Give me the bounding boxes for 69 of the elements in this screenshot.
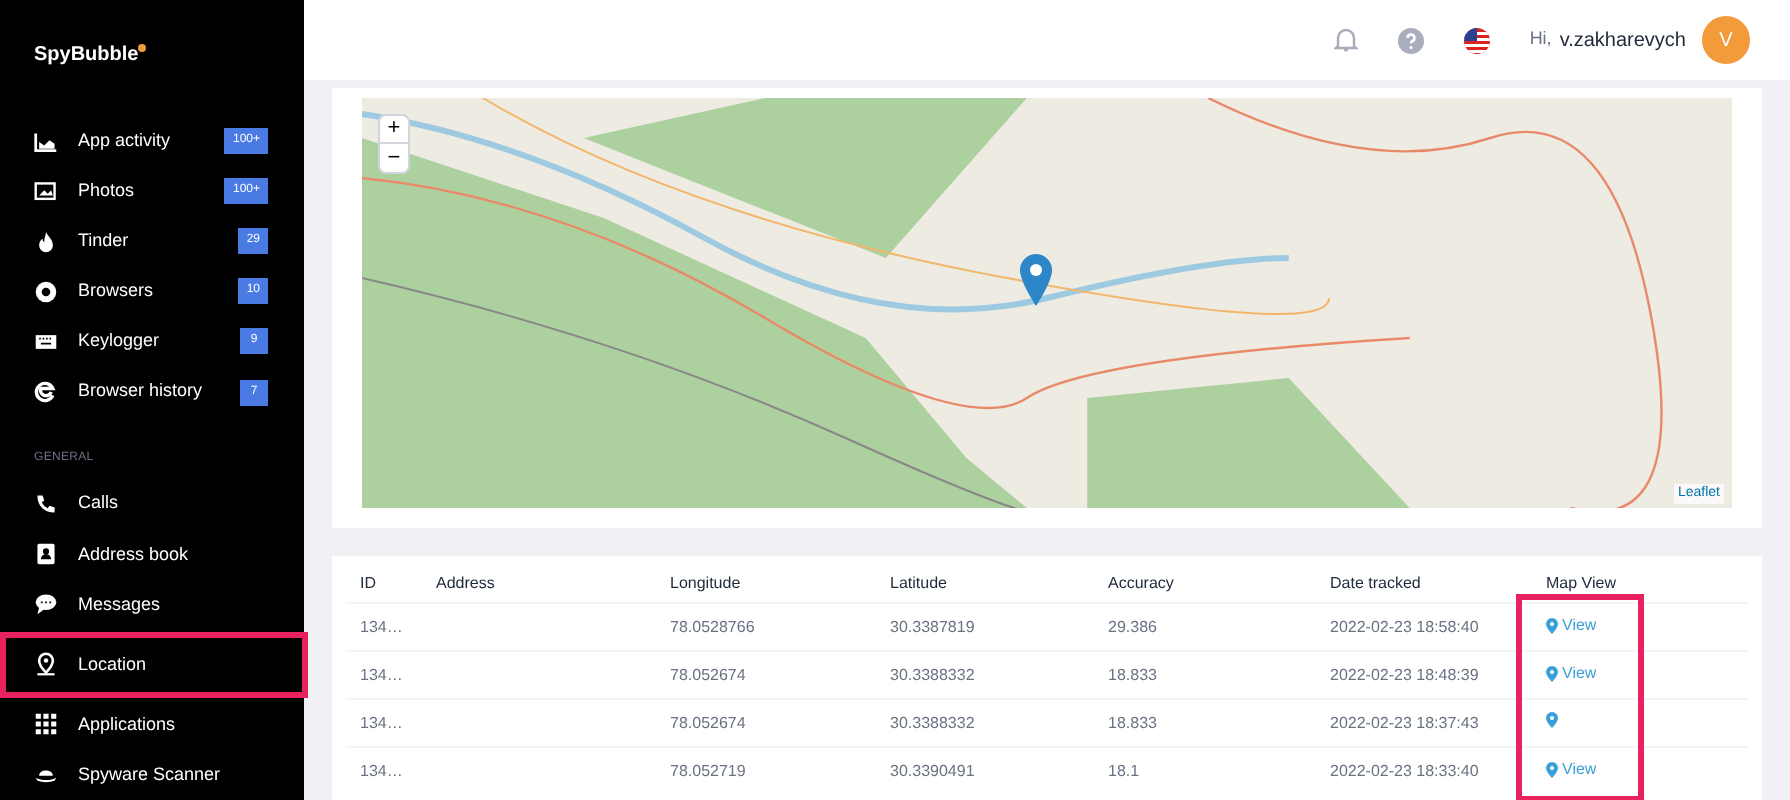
username[interactable]: v.zakharevych (1559, 25, 1686, 55)
location-pin-icon (34, 652, 58, 677)
table-cell: 134… (360, 713, 403, 731)
item-label: App activity (78, 127, 173, 154)
contact-icon (34, 542, 58, 567)
table-cell: 2022-02-23 18:33:40 (1330, 761, 1479, 779)
table-cell: 2022-02-23 18:37:43 (1330, 713, 1479, 731)
letter-e-icon (34, 380, 58, 405)
item-label: Tinder (78, 228, 131, 255)
column-header: ID (360, 574, 376, 592)
image-icon (34, 179, 58, 204)
zoom-out-button[interactable]: − (380, 144, 408, 172)
sidebar-item[interactable]: Location (0, 631, 308, 698)
keyboard-icon (34, 329, 58, 354)
table-cell: 78.052719 (670, 761, 746, 779)
column-header: Address (436, 574, 495, 592)
item-label: Calls (78, 490, 121, 517)
sidebar-item[interactable]: Spyware Scanner (0, 749, 304, 800)
table-cell: 134… (360, 761, 403, 779)
chart-icon (34, 129, 58, 154)
sidebar-item[interactable]: Calls (0, 479, 304, 530)
table-cell: 2022-02-23 18:48:39 (1330, 665, 1479, 683)
zoom-in-button[interactable]: + (380, 116, 408, 144)
column-header: Longitude (670, 574, 741, 592)
column-header: Accuracy (1108, 574, 1174, 592)
column-header: Map View (1546, 574, 1616, 592)
item-label: Browsers (78, 278, 156, 305)
column-header: Date tracked (1330, 574, 1421, 592)
table-cell: 30.3390491 (890, 761, 975, 779)
table-cell: 78.052674 (670, 665, 746, 683)
item-label: Applications (78, 711, 178, 738)
globe-icon (34, 279, 58, 304)
grid-icon (34, 712, 58, 737)
location-pin-icon (1546, 617, 1558, 633)
table-cell: 134… (360, 617, 403, 635)
column-header: Latitude (890, 574, 947, 592)
sidebar-item[interactable]: Messages (0, 579, 304, 630)
item-label: Photos (78, 177, 137, 204)
table-cell: 134… (360, 665, 403, 683)
location-pin-icon (1546, 761, 1558, 777)
table-cell: 30.3387819 (890, 617, 975, 635)
table-cell: 2022-02-23 18:58:40 (1330, 617, 1479, 635)
item-label: Spyware Scanner (78, 761, 223, 788)
flag-icon[interactable] (1463, 27, 1490, 53)
location-pin-icon (1546, 711, 1558, 727)
flame-icon (34, 229, 58, 254)
help-icon[interactable] (1397, 27, 1424, 53)
table-cell: 29.386 (1108, 617, 1157, 635)
table-cell: 18.1 (1108, 761, 1140, 779)
item-label: Location (78, 651, 149, 678)
chat-bubble-icon (34, 592, 58, 617)
sidebar-item[interactable]: Applications (0, 699, 304, 750)
view-link[interactable] (1546, 711, 1558, 727)
item-label: Browser history (78, 378, 205, 405)
map-marker-icon[interactable] (1020, 254, 1052, 306)
table-cell: 18.833 (1108, 665, 1157, 683)
table-cell: 30.3388332 (890, 665, 975, 683)
greeting-text: Hi, (1529, 26, 1552, 53)
item-label: Keylogger (78, 328, 162, 355)
table-cell: 30.3388332 (890, 713, 975, 731)
table-cell: 78.052674 (670, 713, 746, 731)
location-pin-icon (1546, 665, 1558, 681)
item-label: Address book (78, 541, 191, 568)
sidebar-item[interactable]: Address book (0, 529, 304, 580)
table-cell: 78.0528766 (670, 617, 755, 635)
item-label: Messages (78, 591, 163, 618)
phone-icon (34, 492, 58, 517)
table-cell: 18.833 (1108, 713, 1157, 731)
bell-icon[interactable] (1333, 26, 1358, 54)
